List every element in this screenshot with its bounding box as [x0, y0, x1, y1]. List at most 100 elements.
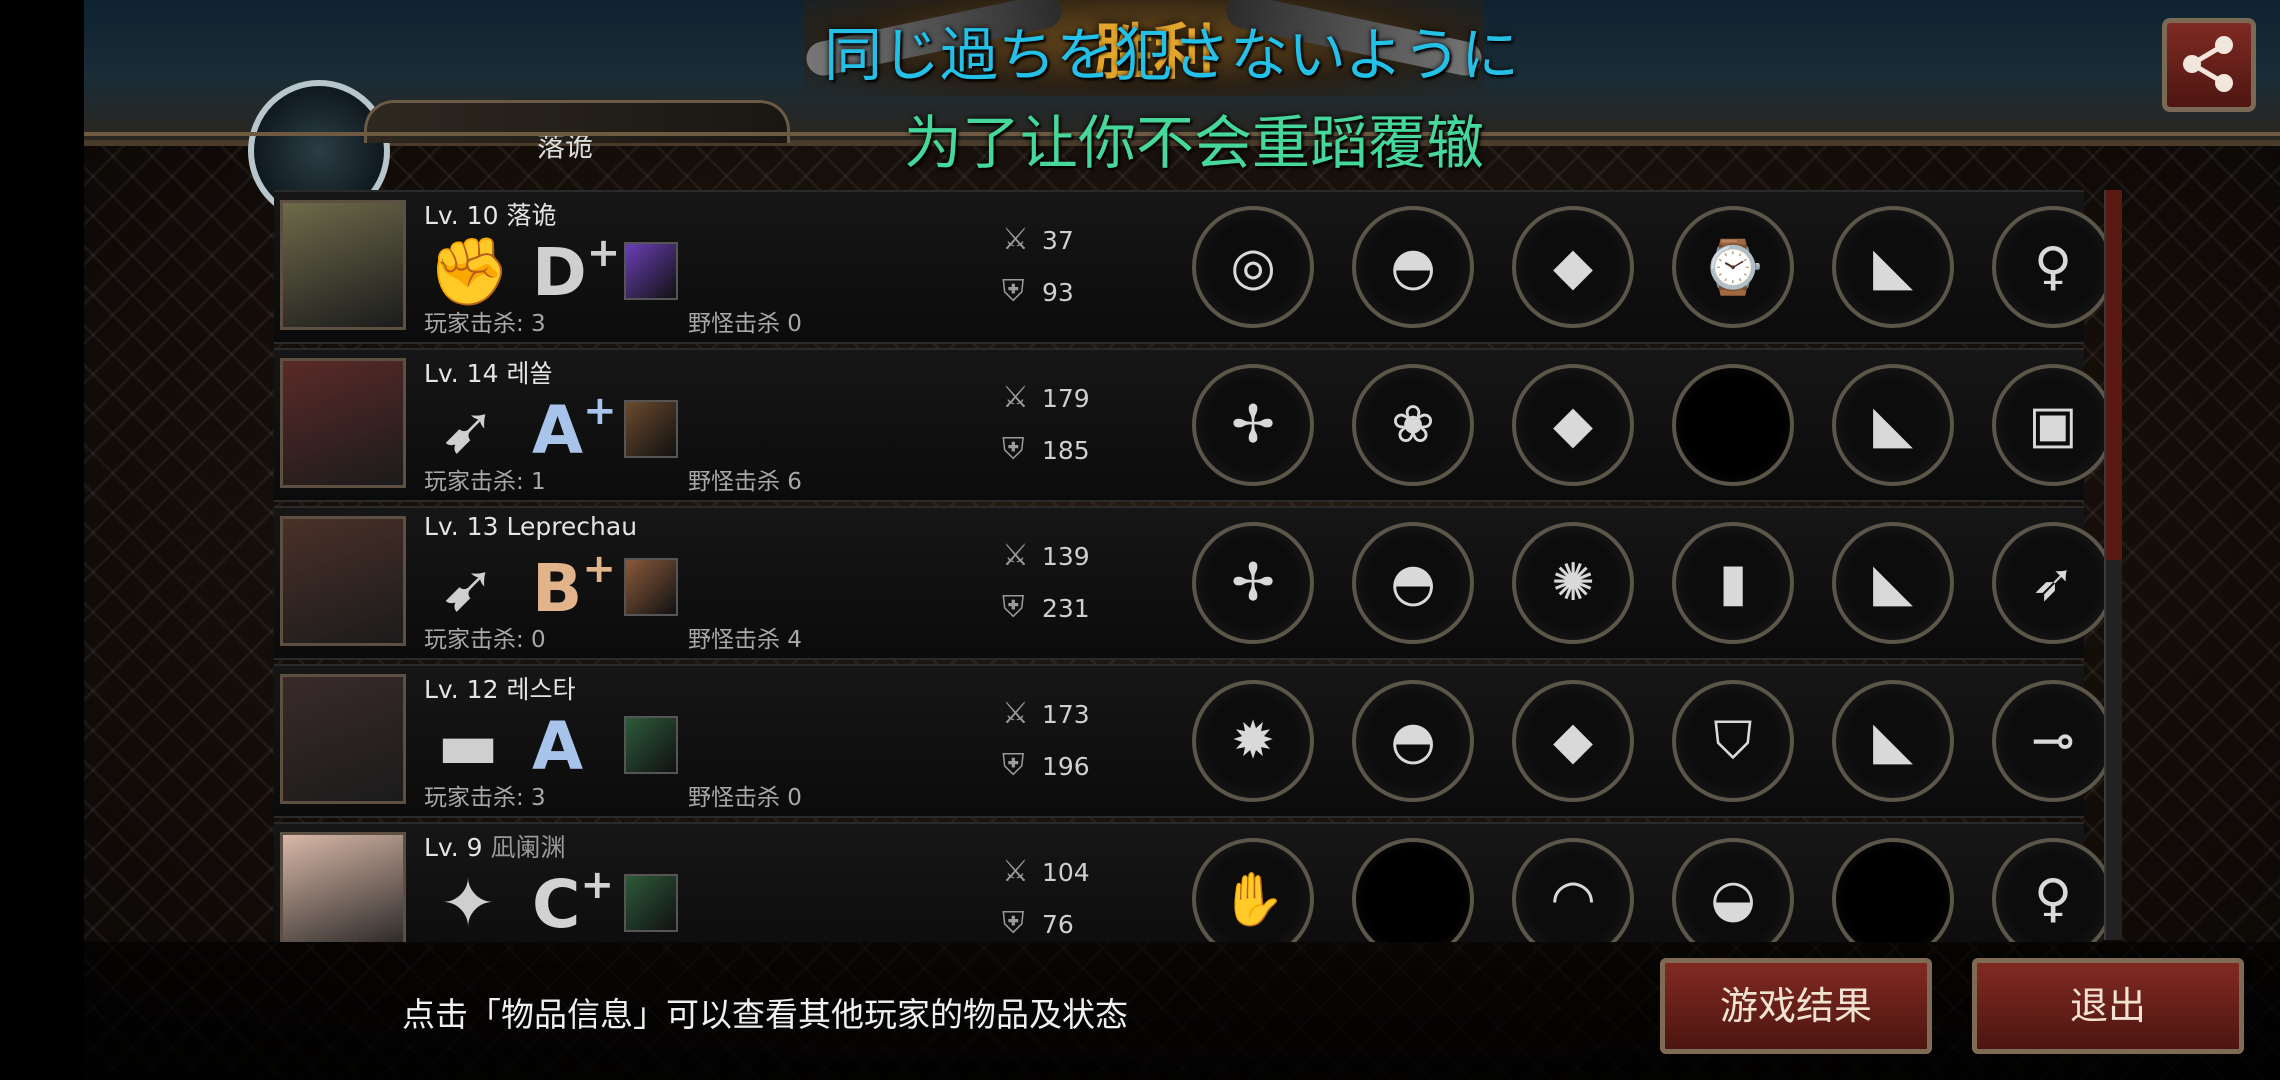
fist-icon: ✊: [428, 233, 511, 310]
grade-plus: +: [583, 388, 617, 434]
share-button[interactable]: [2162, 18, 2256, 112]
attack-icon: ⚔: [1002, 222, 1029, 257]
item-slot-laurel-wreath[interactable]: ❀: [1352, 364, 1474, 486]
attack-value: 37: [1042, 226, 1074, 255]
character-portrait[interactable]: [280, 358, 406, 488]
player-row[interactable]: Lv. 13 Leprechau ➹ B+ 玩家击杀: 0 野怪击杀 4 ⚔ 1…: [274, 506, 2114, 660]
item-slot-brass-knuckles[interactable]: ◎: [1192, 206, 1314, 328]
item-slot-plate-armor[interactable]: ◆: [1512, 364, 1634, 486]
hint-text: 点击「物品信息」可以查看其他玩家的物品及状态: [402, 995, 1128, 1034]
player-level-name: Lv. 13 Leprechau: [424, 512, 637, 541]
game-result-button[interactable]: 游戏结果: [1660, 958, 1932, 1054]
grade-letter: B: [532, 550, 583, 627]
player-level: Lv. 12: [424, 675, 499, 704]
defense-icon: ⛨: [1002, 432, 1025, 467]
item-slot-armored-boots[interactable]: ◣: [1832, 364, 1954, 486]
player-kills: 玩家击杀: 3: [424, 785, 546, 811]
player-kills: 玩家击杀: 1: [424, 469, 546, 495]
grade-letter: C: [532, 866, 581, 942]
item-slot-crossbow[interactable]: ✢: [1192, 522, 1314, 644]
player-level: Lv. 9: [424, 833, 483, 862]
item-slot-crossbow[interactable]: ✢: [1192, 364, 1314, 486]
player-row[interactable]: Lv. 14 레쏠 ➹ A+ 玩家击杀: 1 野怪击杀 6 ⚔ 179 ⛨ 18…: [274, 348, 2114, 502]
item-slot-rifle-scope[interactable]: ⊸: [1992, 680, 2114, 802]
defense-icon: ⛨: [1002, 590, 1025, 625]
attack-icon: ⚔: [1002, 380, 1029, 415]
grade-plus: +: [586, 230, 621, 276]
monster-kills: 野怪击杀 4: [688, 627, 802, 653]
item-slot-combat-boots[interactable]: ◣: [1832, 680, 1954, 802]
defense-value: 93: [1042, 278, 1074, 307]
item-slot-gauntlet[interactable]: ✋: [1192, 838, 1314, 942]
game-screen: 胜利 落诡 同じ過ちを犯さないように 为了让你不会重蹈覆辙 Lv. 10 落诡 …: [84, 0, 2280, 1080]
monster-kills: 野怪击杀 6: [688, 469, 802, 495]
skill-icon[interactable]: [624, 558, 678, 616]
player-row[interactable]: Lv. 10 落诡 ✊ D+ 玩家击杀: 3 野怪击杀 0 ⚔ 37 ⛨ 93 …: [274, 190, 2114, 344]
item-slot-golden-shield[interactable]: ⛉: [1672, 680, 1794, 802]
item-slot-bike-helmet[interactable]: ◓: [1352, 206, 1474, 328]
character-portrait[interactable]: [280, 516, 406, 646]
defense-value: 185: [1042, 436, 1090, 465]
player-row[interactable]: Lv. 12 레스타 ▬ A 玩家击杀: 3 野怪击杀 0 ⚔ 173 ⛨ 19…: [274, 664, 2114, 818]
item-slot-red-jacket[interactable]: ◆: [1512, 680, 1634, 802]
skill-icon[interactable]: [624, 242, 678, 300]
item-slot-rocket-launcher[interactable]: ✹: [1192, 680, 1314, 802]
item-slot-quiver[interactable]: ➶: [1992, 522, 2114, 644]
defense-icon: ⛨: [1002, 274, 1025, 309]
item-slot-red-ribbon-arm[interactable]: ◠: [1512, 838, 1634, 942]
grade-plus: +: [582, 546, 616, 592]
empty-item-slot[interactable]: [1832, 838, 1954, 942]
character-portrait[interactable]: [280, 674, 406, 804]
player-name: 落诡: [537, 130, 594, 163]
character-portrait[interactable]: [280, 832, 406, 942]
subtitle-chinese: 为了让你不会重蹈覆辙: [904, 109, 1485, 177]
player-name: Leprechau: [506, 512, 638, 541]
item-slot-blue-armor[interactable]: ◆: [1512, 206, 1634, 328]
bottom-bar: 点击「物品信息」可以查看其他玩家的物品及状态 游戏结果 退出: [84, 942, 2280, 1080]
player-level-name: Lv. 14 레쏠: [424, 354, 552, 390]
shuriken-icon: ✦: [440, 865, 496, 942]
attack-icon: ⚔: [1002, 538, 1029, 573]
defense-value: 196: [1042, 752, 1090, 781]
share-icon: [2183, 35, 2233, 92]
item-slot-wristwatch[interactable]: ⌚: [1672, 206, 1794, 328]
grade-letter: D: [532, 234, 587, 311]
item-slot-steel-boots[interactable]: ◣: [1832, 522, 1954, 644]
item-slot-flame-armor[interactable]: ✺: [1512, 522, 1634, 644]
player-row[interactable]: Lv. 9 凪阑渊 ✦ C+ ⚔ 104 ⛨ 76 ✋ ◠ ◒ ♀: [274, 822, 2114, 942]
item-slot-motocross-helmet[interactable]: ◓: [1352, 680, 1474, 802]
item-slot-bullet[interactable]: ▮: [1672, 522, 1794, 644]
skill-icon[interactable]: [624, 874, 678, 932]
skill-icon[interactable]: [624, 716, 678, 774]
exit-button[interactable]: 退出: [1972, 958, 2244, 1054]
defense-value: 231: [1042, 594, 1090, 623]
grade-letter: A: [532, 708, 584, 785]
attack-value: 173: [1042, 700, 1090, 729]
player-name-plate: 落诡: [364, 100, 790, 163]
item-slot-doll[interactable]: ♀: [1992, 838, 2114, 942]
item-slot-doll[interactable]: ♀: [1992, 206, 2114, 328]
defense-icon: ⛨: [1002, 906, 1025, 941]
monster-kills: 野怪击杀 0: [688, 785, 802, 811]
player-list[interactable]: Lv. 10 落诡 ✊ D+ 玩家击杀: 3 野怪击杀 0 ⚔ 37 ⛨ 93 …: [274, 190, 2174, 942]
player-kills: 玩家击杀: 0: [424, 627, 546, 653]
skill-icon[interactable]: [624, 400, 678, 458]
monster-kills: 野怪击杀 0: [688, 311, 802, 337]
empty-item-slot[interactable]: [1352, 838, 1474, 942]
player-level-name: Lv. 10 落诡: [424, 196, 556, 232]
grade-letter: A: [532, 392, 584, 469]
player-level: Lv. 10: [424, 201, 499, 230]
subtitle-japanese: 同じ過ちを犯さないように: [824, 21, 1519, 89]
player-level: Lv. 14: [424, 359, 499, 388]
empty-item-slot[interactable]: [1672, 364, 1794, 486]
list-scrollbar[interactable]: [2104, 190, 2122, 940]
item-slot-knight-helmet[interactable]: ◓: [1352, 522, 1474, 644]
player-name: 레스타: [506, 675, 576, 704]
item-slot-leather-boots[interactable]: ◣: [1832, 206, 1954, 328]
item-slot-arm-guard[interactable]: ◒: [1672, 838, 1794, 942]
item-slot-wooden-crate[interactable]: ▣: [1992, 364, 2114, 486]
character-portrait[interactable]: [280, 200, 406, 330]
scrollbar-thumb[interactable]: [2106, 190, 2122, 560]
attack-value: 139: [1042, 542, 1090, 571]
player-level-name: Lv. 12 레스타: [424, 670, 575, 706]
